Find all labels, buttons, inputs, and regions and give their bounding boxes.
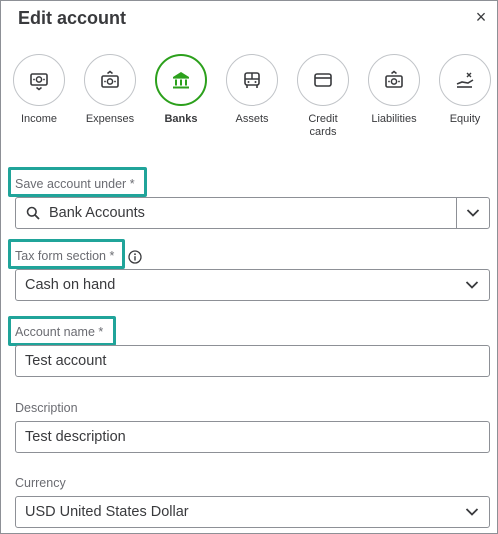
- info-icon[interactable]: [128, 250, 142, 264]
- credit-card-icon: [297, 54, 349, 106]
- currency-label: Currency: [15, 476, 66, 490]
- account-type-label: Income: [20, 113, 58, 125]
- expenses-icon: [84, 54, 136, 106]
- account-type-credit-cards[interactable]: Credit cards: [293, 54, 353, 139]
- tax-form-value: Cash on hand: [25, 277, 116, 293]
- currency-select[interactable]: USD United States Dollar: [15, 496, 490, 528]
- close-icon[interactable]: ×: [471, 7, 491, 27]
- account-name-label: Account name *: [15, 325, 104, 339]
- chevron-down-icon: [465, 507, 479, 517]
- save-under-dropdown-button[interactable]: [456, 198, 489, 228]
- save-under-value: Bank Accounts: [49, 205, 145, 221]
- edit-account-dialog: Edit account × Income Expenses Banks Ass…: [0, 0, 498, 534]
- account-type-expenses[interactable]: Expenses: [80, 54, 140, 126]
- description-label: Description: [15, 401, 78, 415]
- equity-icon: [439, 54, 491, 106]
- save-under-label: Save account under *: [15, 177, 135, 191]
- account-name-value: Test account: [25, 353, 107, 369]
- account-type-assets[interactable]: Assets: [222, 54, 282, 126]
- account-type-banks[interactable]: Banks: [151, 54, 211, 126]
- income-icon: [13, 54, 65, 106]
- account-type-label: Banks: [164, 113, 198, 125]
- save-under-field[interactable]: Bank Accounts: [15, 197, 490, 229]
- account-type-income[interactable]: Income: [9, 54, 69, 126]
- tax-form-label: Tax form section *: [15, 249, 115, 263]
- account-name-input[interactable]: Test account: [15, 345, 490, 377]
- chevron-down-icon: [465, 280, 479, 290]
- account-type-liabilities[interactable]: Liabilities: [364, 54, 424, 126]
- currency-value: USD United States Dollar: [25, 504, 189, 520]
- description-value: Test description: [25, 429, 126, 445]
- account-type-label: Liabilities: [371, 113, 417, 125]
- description-input[interactable]: Test description: [15, 421, 490, 453]
- chevron-down-icon: [466, 208, 480, 218]
- account-type-label: Equity: [449, 113, 481, 125]
- dialog-title: Edit account: [18, 8, 127, 28]
- tax-form-select[interactable]: Cash on hand: [15, 269, 490, 301]
- search-icon: [26, 206, 40, 220]
- assets-icon: [226, 54, 278, 106]
- account-type-label: Expenses: [85, 113, 135, 125]
- account-type-label: Assets: [235, 113, 269, 125]
- bank-icon: [155, 54, 207, 106]
- liabilities-icon: [368, 54, 420, 106]
- account-type-label: Credit cards: [308, 113, 338, 138]
- account-type-equity[interactable]: Equity: [435, 54, 495, 126]
